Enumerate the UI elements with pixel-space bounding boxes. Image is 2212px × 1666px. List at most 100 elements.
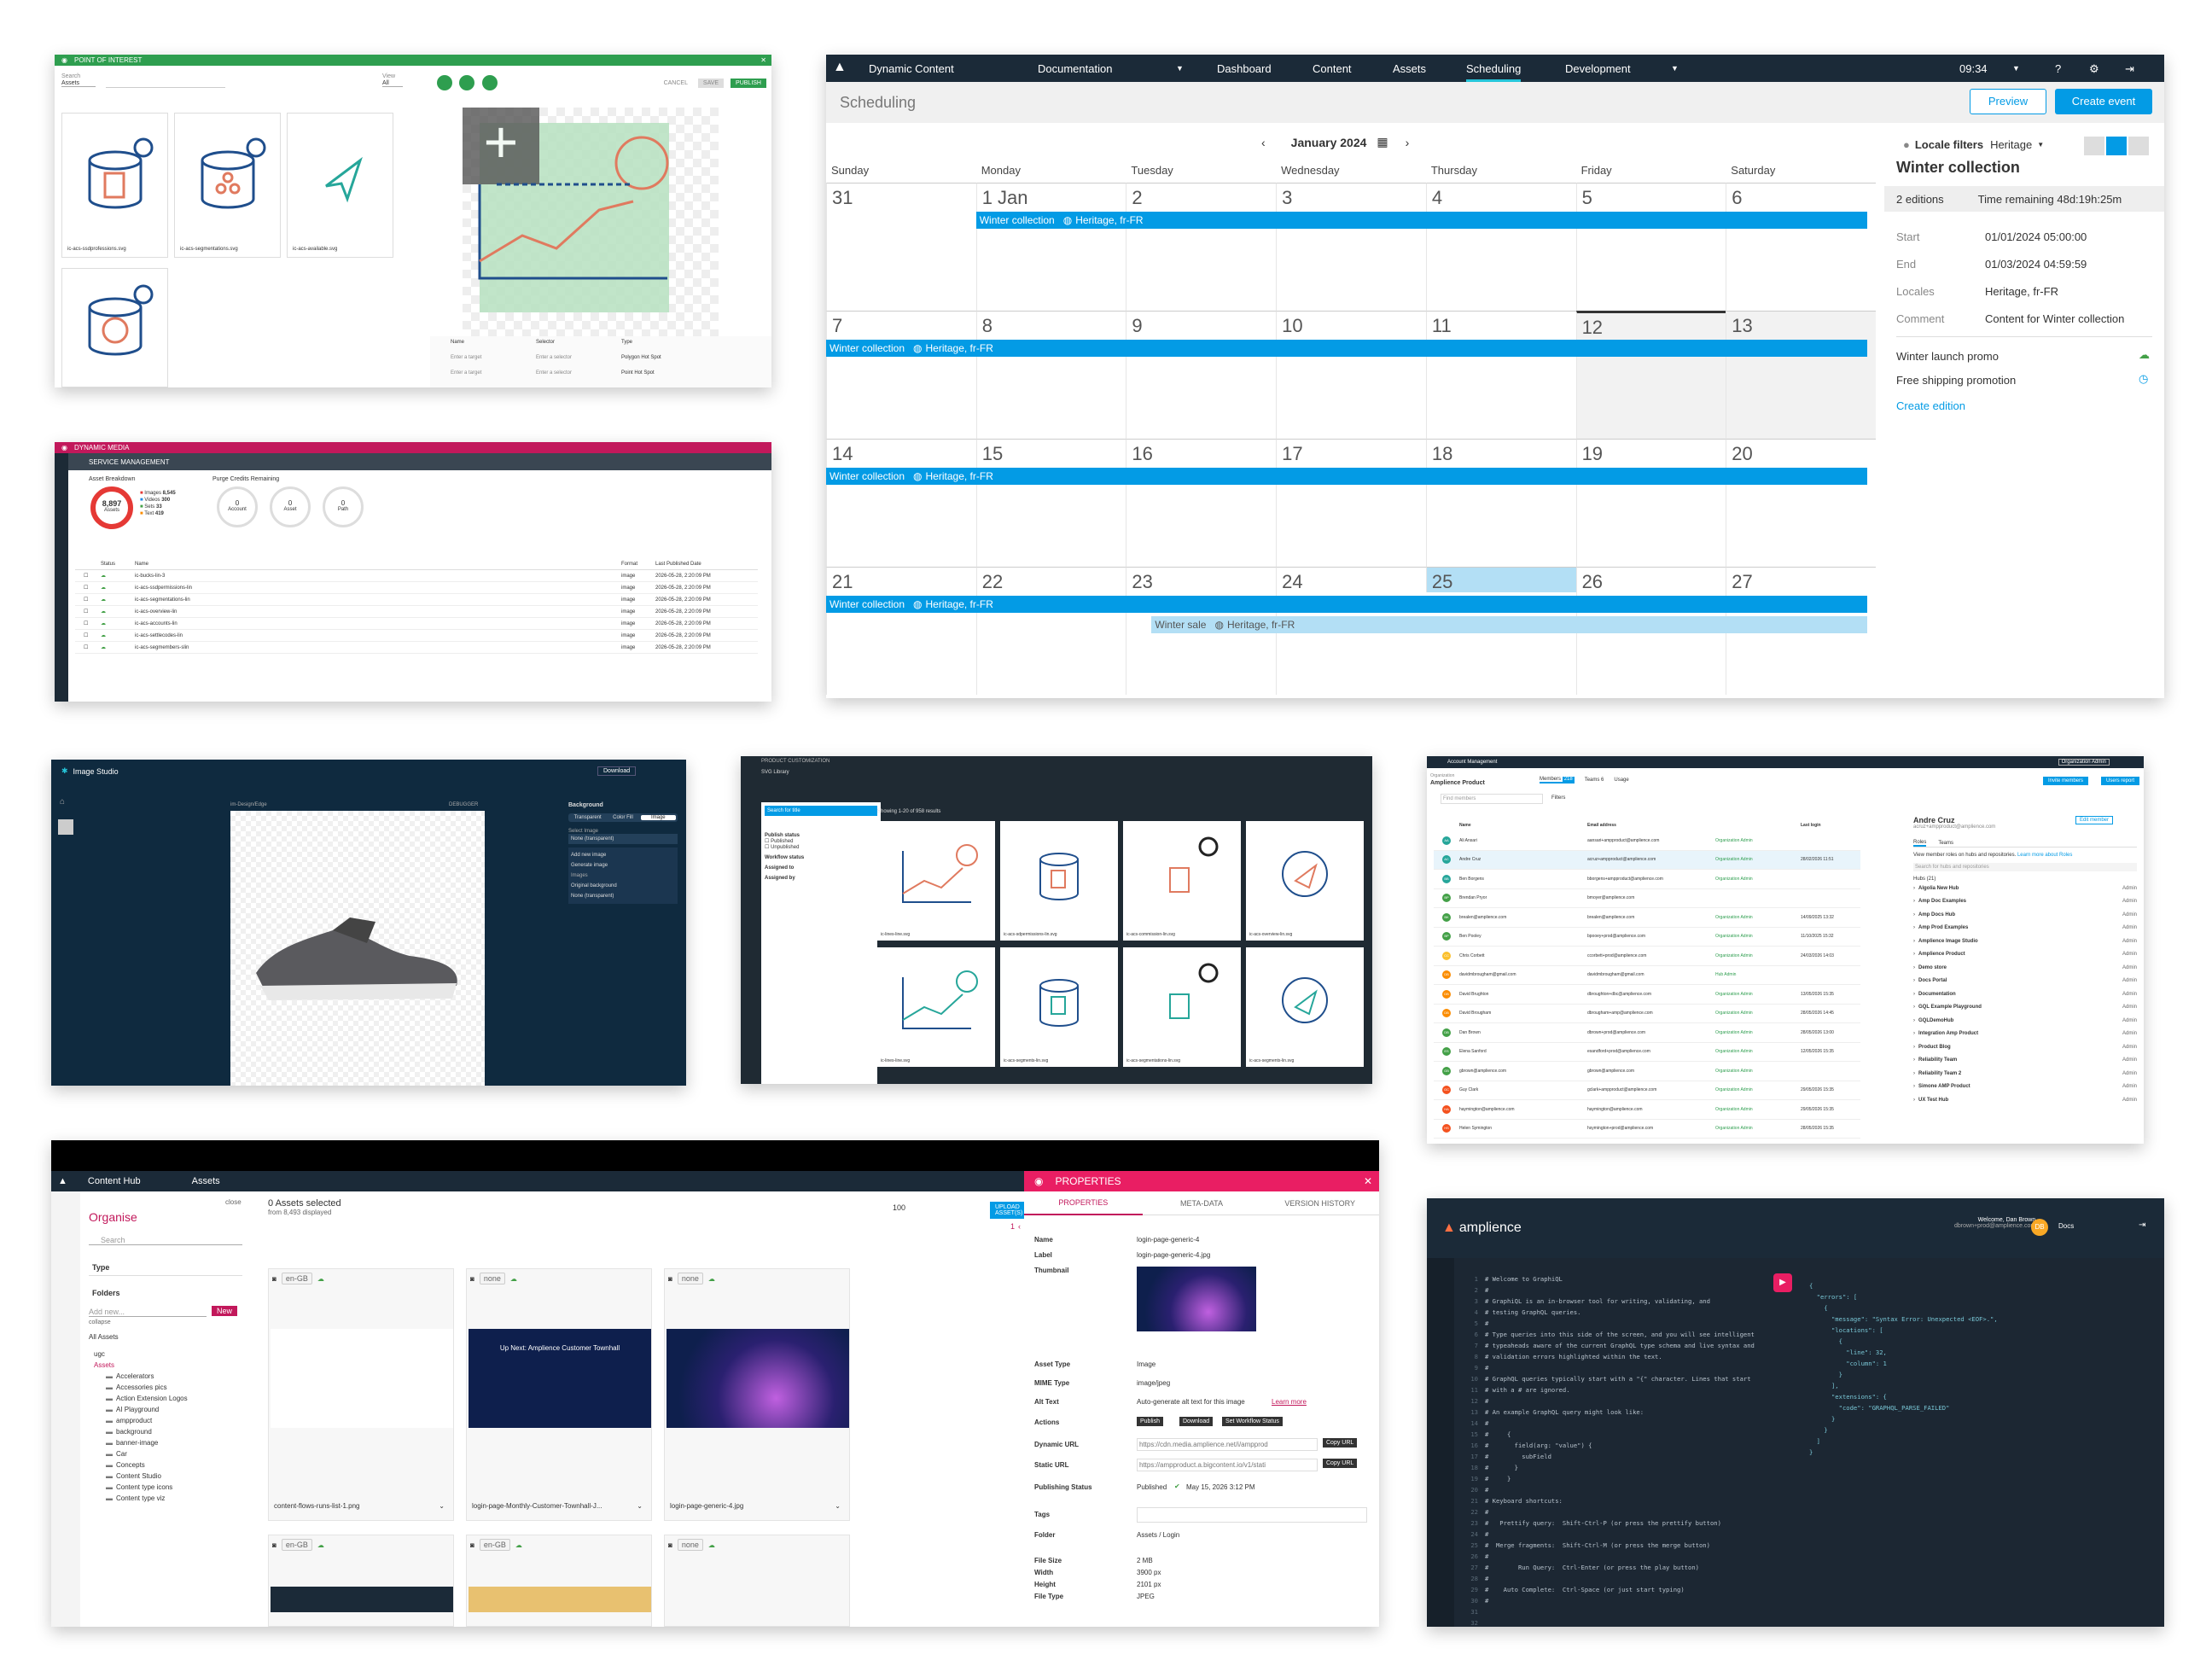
- row-checkbox[interactable]: ☐: [75, 632, 101, 638]
- table-row[interactable]: HS Helen Symington hsymington+prod@amplien…: [1434, 1120, 1860, 1139]
- tab-members[interactable]: Members 218: [1540, 777, 1575, 783]
- learn-more-link[interactable]: Learn more: [1272, 1398, 1307, 1406]
- folder-item[interactable]: ▬ Action Extension Logos: [89, 1393, 188, 1404]
- folder-item[interactable]: Assets: [89, 1360, 188, 1371]
- asset-name[interactable]: ic-acs-accounts-lin: [135, 621, 621, 626]
- action-button[interactable]: Download: [1179, 1417, 1214, 1426]
- row-checkbox[interactable]: ☐: [75, 597, 101, 603]
- image-canvas[interactable]: [230, 811, 485, 1086]
- chevron-down-icon[interactable]: ⌄: [835, 1502, 841, 1510]
- table-row[interactable]: ☐ ☁ ic-acs-ssdpermissions-lin image 2026-05-…: [75, 582, 758, 594]
- nav-scheduling[interactable]: Scheduling: [1466, 62, 1522, 82]
- calendar-day[interactable]: 4: [1425, 183, 1576, 311]
- event-bar[interactable]: Winter collection ◍ Heritage, fr-FR: [826, 340, 1867, 357]
- avatar[interactable]: DB: [2031, 1219, 2048, 1236]
- event-bar[interactable]: Winter collection ◍ Heritage, fr-FR: [826, 468, 1867, 485]
- filters-button[interactable]: Filters: [1551, 795, 1565, 801]
- tab-properties[interactable]: PROPERTIES: [1024, 1191, 1143, 1215]
- folder-item[interactable]: ▬ Concepts: [89, 1459, 188, 1471]
- image-canvas[interactable]: +: [463, 108, 719, 338]
- table-row[interactable]: BK brealen@amplience.com brealen@amplience…: [1434, 908, 1860, 928]
- add-point-button[interactable]: [437, 75, 452, 90]
- select-image-dropdown[interactable]: None (transparent): [568, 834, 678, 844]
- run-query-button[interactable]: ▶: [1773, 1273, 1792, 1292]
- folder-item[interactable]: ▬ background: [89, 1426, 188, 1437]
- chevron-down-icon[interactable]: ▼: [1671, 64, 1679, 73]
- tags-input[interactable]: [1137, 1507, 1367, 1523]
- download-button[interactable]: Download: [597, 766, 637, 776]
- find-members-input[interactable]: Find members: [1441, 794, 1543, 804]
- table-row[interactable]: AA Ali Ansari aansari+ampproduct@amplience…: [1434, 831, 1860, 851]
- folder-item[interactable]: ▬ Content Studio: [89, 1471, 188, 1482]
- selector-input[interactable]: Enter a selector: [536, 370, 572, 376]
- target-input[interactable]: Enter a target: [451, 355, 481, 360]
- all-assets-link[interactable]: All Assets: [89, 1333, 119, 1341]
- calendar-day[interactable]: 19: [1575, 439, 1726, 567]
- calendar-day[interactable]: 2: [1126, 183, 1277, 311]
- filter-assigned-to[interactable]: Assigned to: [765, 865, 877, 871]
- chevron-down-icon[interactable]: ⌄: [439, 1502, 445, 1510]
- asset-card[interactable]: [61, 268, 168, 387]
- tab-color-fill[interactable]: Color Fill: [605, 815, 640, 820]
- generate-image-option[interactable]: Generate image: [571, 860, 675, 871]
- target-input[interactable]: Enter a target: [451, 370, 481, 376]
- publish-button[interactable]: PUBLISH: [731, 79, 766, 88]
- prev-month-button[interactable]: ‹: [1261, 136, 1266, 149]
- next-month-button[interactable]: ›: [1406, 136, 1410, 149]
- hub-row[interactable]: › Docs Portal Admin: [1913, 975, 2137, 988]
- nav-documentation[interactable]: Documentation: [1038, 62, 1112, 75]
- hub-row[interactable]: › Reliability Team 2 Admin: [1913, 1067, 2137, 1081]
- copy-url-button[interactable]: Copy URL: [1323, 1459, 1358, 1468]
- calendar-day[interactable]: 17: [1276, 439, 1426, 567]
- edit-member-button[interactable]: Edit member: [2075, 816, 2114, 824]
- svg-card[interactable]: ic-acs-segmentations-lin.svg: [1123, 947, 1241, 1067]
- row-checkbox[interactable]: ☐: [75, 585, 101, 591]
- table-row[interactable]: GC Guy Clark gclark+ampproduct@amplience.c…: [1434, 1081, 1860, 1100]
- table-row[interactable]: ☐ ☁ ic-acs-settlecodes-lin image 2026-05-28,…: [75, 630, 758, 642]
- hub-row[interactable]: › Amp Doc Examples Admin: [1913, 895, 2137, 909]
- svg-card[interactable]: ic-acs-segments-lin.svg: [1246, 947, 1364, 1067]
- calendar-icon[interactable]: ▦: [1377, 135, 1388, 149]
- invite-members-button[interactable]: Invite members: [2043, 777, 2089, 785]
- asset-card[interactable]: ◙ none ☁ Up Next: Amplience Customer Townha…: [466, 1268, 652, 1521]
- thumbnail-active[interactable]: [58, 819, 73, 835]
- folder-item[interactable]: ▬ Accessories pics: [89, 1382, 188, 1393]
- folder-item[interactable]: ▬ Accelerators: [89, 1371, 188, 1382]
- tab-image[interactable]: Image: [640, 815, 676, 820]
- folder-item[interactable]: ugc: [89, 1349, 188, 1360]
- create-edition-link[interactable]: Create edition: [1896, 399, 1965, 412]
- row-checkbox[interactable]: ☐: [75, 620, 101, 626]
- locale-filter[interactable]: ● Locale filters Heritage ▼: [1903, 138, 2044, 151]
- event-bar[interactable]: Winter collection ◍ Heritage, fr-FR: [826, 596, 1867, 613]
- calendar-day[interactable]: 9: [1126, 311, 1277, 439]
- create-event-button[interactable]: Create event: [2055, 89, 2152, 114]
- add-rect-button[interactable]: [481, 75, 498, 90]
- zoom-level[interactable]: 100: [893, 1203, 905, 1212]
- table-row[interactable]: ☐ ☁ ic-bucks-lin-3 image 2026-05-28, 2:20:09…: [75, 570, 758, 582]
- add-polygon-button[interactable]: [459, 75, 475, 90]
- table-row[interactable]: ☐ ☁ ic-acs-segmembers-slin image 2026-05-28,…: [75, 642, 758, 654]
- edition-item[interactable]: Free shipping promotion: [1896, 374, 2016, 387]
- row-checkbox[interactable]: ☐: [75, 644, 101, 650]
- table-row[interactable]: HA haymington@amplience.com haymington@amp…: [1434, 1100, 1860, 1120]
- asset-card[interactable]: ◙ en-GB ☁ content-flows-runs-list-1.png ⌄: [268, 1268, 454, 1521]
- svg-card[interactable]: ic-acs-segments-lin.svg: [1000, 947, 1118, 1067]
- calendar-day[interactable]: 20: [1726, 439, 1876, 567]
- svg-card[interactable]: ic-lines-line.svg: [877, 821, 995, 941]
- tab-roles[interactable]: Roles: [1913, 840, 1927, 847]
- hub-row[interactable]: › Simone AMP Product Admin: [1913, 1081, 2137, 1094]
- calendar-day[interactable]: 8: [975, 311, 1126, 439]
- event-bar[interactable]: Winter collection ◍ Heritage, fr-FR: [975, 212, 1867, 229]
- nav-development[interactable]: Development: [1565, 62, 1631, 75]
- row-checkbox[interactable]: ☐: [75, 573, 101, 579]
- property-value[interactable]: https://cdn.media.amplience.net/i/amppro…: [1137, 1438, 1318, 1451]
- asset-name[interactable]: ic-acs-ssdpermissions-lin: [135, 585, 621, 591]
- hub-row[interactable]: › Amp Prod Examples Admin: [1913, 922, 2137, 935]
- tab-version-history[interactable]: VERSION HISTORY: [1260, 1199, 1379, 1208]
- nav-content[interactable]: Content: [1313, 62, 1352, 75]
- tab-metadata[interactable]: META-DATA: [1143, 1199, 1261, 1208]
- docs-link[interactable]: Docs: [2058, 1222, 2074, 1230]
- search-input[interactable]: Search: [89, 1236, 242, 1245]
- collapse-link[interactable]: collapse: [89, 1319, 111, 1325]
- close-button[interactable]: close: [225, 1198, 242, 1206]
